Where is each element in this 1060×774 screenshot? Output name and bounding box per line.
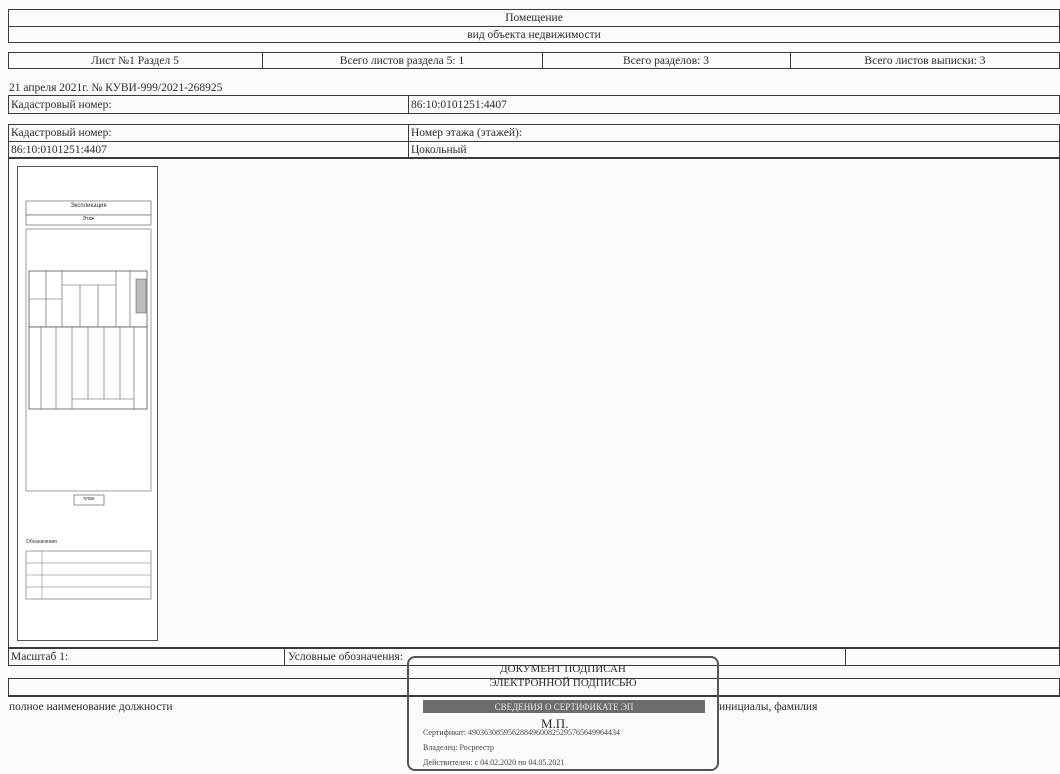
cadastre-value: 86:10:0101251:4407 — [411, 98, 507, 111]
cadastre-label-2: Кадастровый номер: — [11, 126, 112, 139]
signature-stamp: ДОКУМЕНТ ПОДПИСАН ЭЛЕКТРОННОЙ ПОДПИСЬЮ С… — [407, 656, 719, 771]
floor-value: Цокольный — [411, 144, 467, 156]
sheets-total: Всего листов выписки: 3 — [864, 54, 986, 67]
certificate-number: Сертификат: 4903630859562884960082529576… — [423, 728, 620, 737]
object-kind-caption: вид объекта недвижимости — [467, 29, 601, 41]
object-kind: Помещение — [505, 11, 563, 24]
sheets-in-section: Всего листов раздела 5: 1 — [339, 54, 465, 67]
stamp-line2: ЭЛЕКТРОННОЙ ПОДПИСЬЮ — [489, 677, 637, 689]
cadastre-label: Кадастровый номер: — [11, 98, 112, 111]
stamp-line1: ДОКУМЕНТ ПОДПИСАН — [500, 663, 626, 675]
name-caption: инициалы, фамилия — [719, 700, 818, 713]
sections-total: Всего разделов: 3 — [623, 54, 709, 67]
certificate-owner: Владелец: Росреестр — [423, 743, 494, 752]
plan-title: Экспликация — [70, 203, 107, 209]
document-reference: 21 апреля 2021г. № КУВИ-999/2021-268925 — [9, 81, 223, 94]
floor-plan-drawing — [25, 200, 152, 600]
floor-plan-image: Экспликация Этаж план Обозначения — [17, 166, 158, 641]
sheet-number: Лист №1 Раздел 5 — [91, 54, 179, 67]
position-caption: полное наименование должности — [9, 700, 173, 713]
certificate-bar: СВЕДЕНИЯ О СЕРТИФИКАТЕ ЭП — [423, 700, 705, 713]
plan-subtitle: Этаж — [82, 216, 95, 222]
scale-label: Масштаб 1: — [11, 651, 69, 663]
floor-label: Номер этажа (этажей): — [411, 126, 523, 139]
plan-legend-heading: Обозначения — [26, 539, 57, 545]
plan-bottom-box: план — [83, 496, 95, 502]
cadastre-value-2: 86:10:0101251:4407 — [11, 144, 107, 156]
certificate-validity: Действителен: с 04.02.2020 по 04.05.2021 — [423, 758, 565, 767]
plan-frame — [8, 158, 1060, 648]
